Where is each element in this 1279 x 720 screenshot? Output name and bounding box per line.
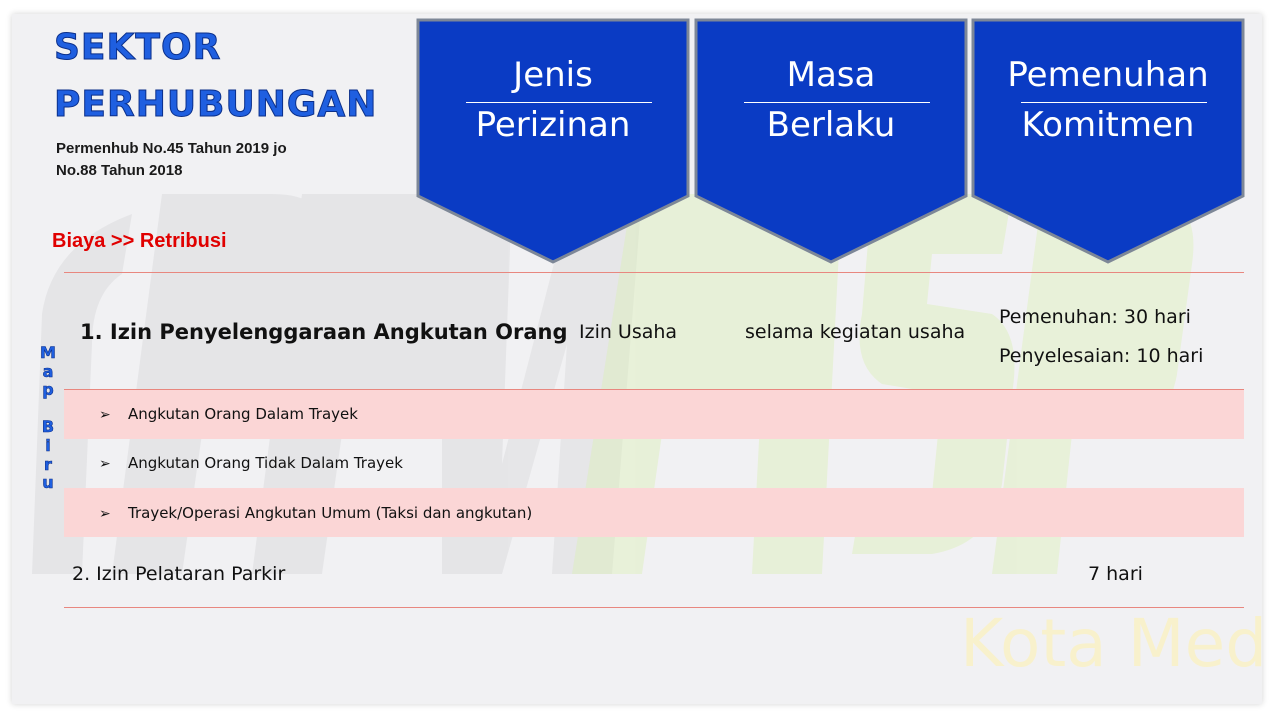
vertical-label-char <box>36 400 60 419</box>
vertical-label-char: a <box>42 361 54 381</box>
header-masa-line1: Masa <box>786 55 876 95</box>
regulation-reference: Permenhub No.45 Tahun 2019 jo No.88 Tahu… <box>56 138 356 182</box>
subitem-trayek-operasi: Trayek/Operasi Angkutan Umum (Taksi dan … <box>128 504 533 522</box>
biaya-label: Biaya >> Retribusi <box>52 230 227 252</box>
vertical-label-char: u <box>42 473 54 493</box>
item2-value: 7 hari <box>1088 563 1143 585</box>
header-jenis-line2: Perizinan <box>475 105 631 145</box>
header-divider <box>1021 102 1207 103</box>
watermark-text: Kota Medan <box>960 605 1262 682</box>
row-divider <box>64 272 1244 273</box>
subitem-dalam-trayek: Angkutan Orang Dalam Trayek <box>128 405 358 423</box>
header-divider <box>466 102 652 103</box>
item1-masa: selama kegiatan usaha <box>745 321 966 343</box>
arrowhead-bullet-icon: ➢ <box>99 505 111 521</box>
header-jenis-line1: Jenis <box>513 55 593 95</box>
subitem-tidak-dalam-trayek: Angkutan Orang Tidak Dalam Trayek <box>128 454 403 472</box>
regulation-line2: No.88 Tahun 2018 <box>56 162 183 179</box>
header-pemenuhan-line1: Pemenuhan <box>1007 55 1209 95</box>
vertical-label-char: M <box>40 343 57 362</box>
item1-pemenuhan: Pemenuhan: 30 hari <box>999 306 1191 328</box>
vertical-label-char: r <box>44 454 52 474</box>
sector-title-line1: SEKTOR <box>53 27 222 68</box>
item1-jenis: Izin Usaha <box>579 321 678 343</box>
regulation-line1: Permenhub No.45 Tahun 2019 jo <box>56 140 287 157</box>
row-divider <box>64 607 1244 608</box>
header-masa-line2: Berlaku <box>766 105 896 145</box>
vertical-label-char: i <box>45 435 51 455</box>
sector-title-line2: PERHUBUNGAN <box>53 84 378 125</box>
item1-name: 1. Izin Penyelenggaraan Angkutan Orang <box>80 320 568 344</box>
vertical-label-map-biru: M a p B i r u <box>36 343 60 493</box>
item2-name: 2. Izin Pelataran Parkir <box>72 563 286 585</box>
vertical-label-char: p <box>42 380 54 400</box>
header-divider <box>744 102 930 103</box>
slide: Kota Medan SEKTOR PERHUBUNGAN Permenhub … <box>12 14 1262 704</box>
header-pemenuhan-line2: Komitmen <box>1021 105 1195 145</box>
vertical-label-char: B <box>41 417 55 437</box>
item1-penyelesaian: Penyelesaian: 10 hari <box>999 345 1204 367</box>
arrowhead-bullet-icon: ➢ <box>99 406 111 422</box>
arrowhead-bullet-icon: ➢ <box>99 455 111 471</box>
